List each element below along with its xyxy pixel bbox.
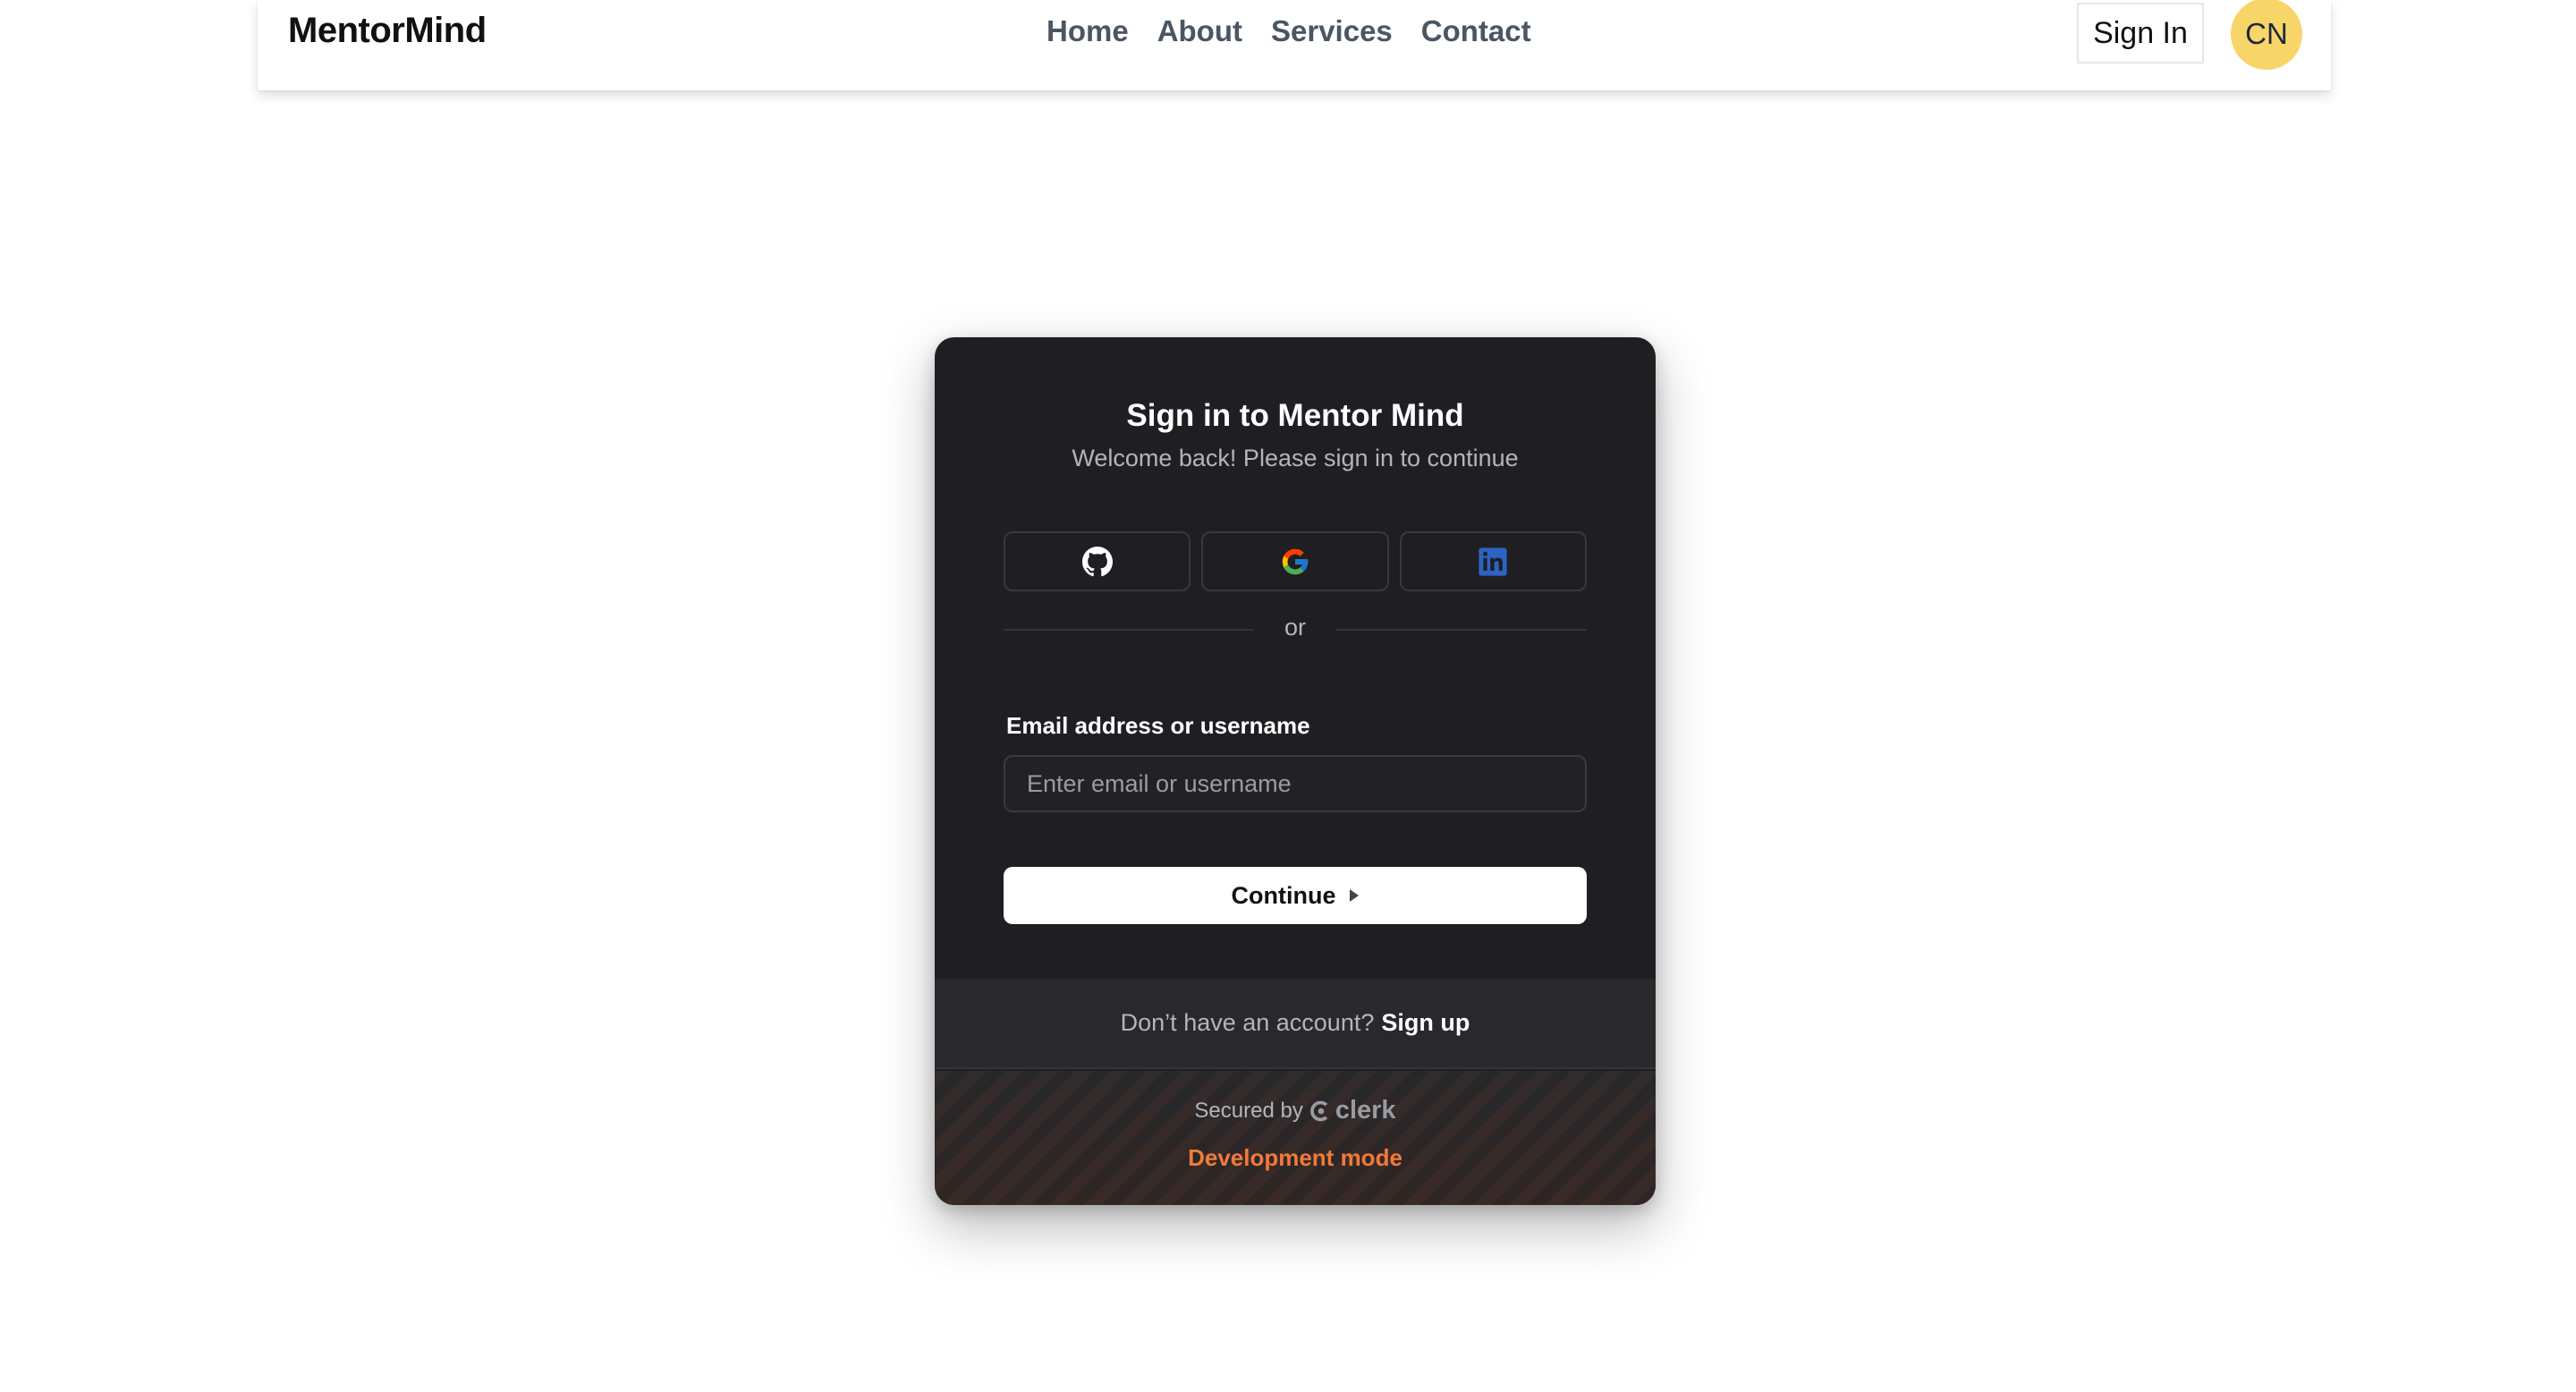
nav-links: Home About Services Contact bbox=[1046, 14, 1531, 48]
sign-in-button[interactable]: Sign In bbox=[2077, 3, 2204, 64]
github-icon bbox=[1081, 546, 1113, 576]
clerk-logo[interactable]: clerk bbox=[1309, 1096, 1396, 1125]
top-navbar: MentorMind Home About Services Contact S… bbox=[258, 0, 2331, 90]
email-label: Email address or username bbox=[1006, 712, 1310, 739]
dev-footer: Secured by clerk Development mode bbox=[935, 1071, 1656, 1205]
nav-services-link[interactable]: Services bbox=[1271, 14, 1393, 48]
or-divider: or bbox=[1004, 611, 1587, 647]
nav-home-link[interactable]: Home bbox=[1046, 14, 1129, 48]
avatar[interactable]: CN bbox=[2231, 0, 2302, 70]
github-sign-in-button[interactable] bbox=[1004, 531, 1191, 591]
card-title: Sign in to Mentor Mind bbox=[1126, 398, 1464, 433]
nav-about-link[interactable]: About bbox=[1157, 14, 1242, 48]
nav-contact-link[interactable]: Contact bbox=[1421, 14, 1531, 48]
divider-line-right bbox=[1336, 629, 1587, 631]
caret-right-icon bbox=[1350, 889, 1360, 902]
brand-logo[interactable]: MentorMind bbox=[288, 11, 487, 51]
continue-button[interactable]: Continue bbox=[1004, 867, 1587, 924]
clerk-icon bbox=[1309, 1100, 1328, 1121]
sign-up-prompt: Don’t have an account? Sign up bbox=[935, 979, 1656, 1069]
card-subtitle: Welcome back! Please sign in to continue bbox=[1072, 445, 1519, 471]
clerk-brand-text: clerk bbox=[1335, 1096, 1396, 1125]
development-mode-badge: Development mode bbox=[1188, 1144, 1402, 1171]
linkedin-sign-in-button[interactable] bbox=[1399, 531, 1587, 591]
google-sign-in-button[interactable] bbox=[1201, 531, 1389, 591]
continue-label: Continue bbox=[1231, 881, 1336, 909]
or-text: or bbox=[1284, 614, 1306, 641]
google-icon bbox=[1282, 548, 1309, 574]
email-field[interactable] bbox=[1004, 755, 1587, 812]
sign-up-link[interactable]: Sign up bbox=[1381, 1009, 1470, 1037]
no-account-text: Don’t have an account? bbox=[1120, 1009, 1375, 1036]
sign-in-card: Sign in to Mentor Mind Welcome back! Ple… bbox=[935, 337, 1656, 1205]
social-buttons-row bbox=[1004, 531, 1587, 591]
secured-by-text: Secured by bbox=[1194, 1098, 1303, 1123]
secured-by: Secured by clerk bbox=[935, 1096, 1656, 1125]
linkedin-icon bbox=[1479, 547, 1507, 576]
